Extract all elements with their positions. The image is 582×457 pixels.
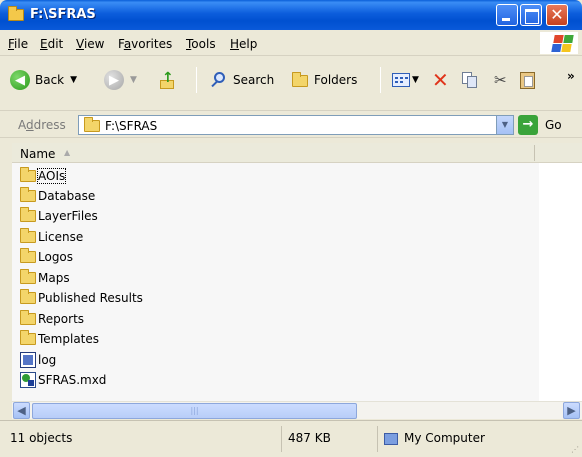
list-item-label: Templates: [38, 331, 100, 346]
folder-icon: [20, 329, 36, 345]
address-label: Address: [18, 118, 66, 132]
status-zone: My Computer: [378, 426, 568, 452]
minimize-button[interactable]: [496, 4, 518, 26]
menu-edit[interactable]: Edit: [40, 37, 63, 51]
menu-view[interactable]: View: [76, 37, 104, 51]
views-icon: [392, 73, 410, 87]
views-dropdown-icon[interactable]: ▼: [412, 75, 419, 85]
forward-button[interactable]: ▶ ▼: [104, 67, 137, 93]
copy-to-button[interactable]: [462, 67, 478, 93]
folder-icon: [20, 288, 36, 304]
address-dropdown-icon[interactable]: ▼: [496, 116, 513, 134]
menu-bar: File Edit View Favorites Tools Help: [0, 30, 582, 56]
clipboard-icon: [520, 71, 535, 89]
go-button[interactable]: Go: [545, 118, 562, 132]
scroll-left-button[interactable]: ◀: [13, 402, 30, 419]
list-item[interactable]: Published Results: [20, 288, 143, 307]
back-arrow-icon: ◀: [10, 70, 30, 90]
folders-icon: [292, 72, 308, 87]
folders-label: Folders: [314, 73, 358, 87]
column-name-label: Name: [20, 147, 56, 161]
address-input[interactable]: F:\SFRAS ▼: [78, 115, 514, 135]
menu-file[interactable]: File: [8, 37, 28, 51]
folder-icon: [8, 6, 24, 21]
forward-dropdown-icon[interactable]: ▼: [130, 75, 137, 85]
folder-icon: [20, 206, 36, 222]
title-bar[interactable]: F:\SFRAS ✕: [0, 0, 582, 30]
go-arrow-icon[interactable]: →: [518, 115, 538, 135]
toolbar: ◀ Back ▼ ▶ ▼ ↑ Search Folders ▼ ✕ ✂ »: [0, 57, 582, 111]
list-item[interactable]: License: [20, 227, 83, 246]
search-icon: [210, 71, 228, 89]
scroll-right-button[interactable]: ▶: [563, 402, 580, 419]
scissors-icon: ✂: [494, 71, 507, 89]
resize-grip-icon[interactable]: ⋰: [571, 445, 579, 454]
maximize-button[interactable]: [520, 4, 542, 26]
list-item-label: License: [38, 229, 84, 244]
copy-icon: [462, 72, 478, 88]
forward-arrow-icon: ▶: [104, 70, 124, 90]
status-size: 487 KB: [282, 426, 378, 452]
my-computer-icon: [384, 432, 398, 445]
folder-icon: [20, 227, 36, 243]
list-item[interactable]: Maps: [20, 268, 70, 287]
folder-icon: [20, 186, 36, 202]
sort-ascending-icon: ▲: [64, 148, 71, 157]
folder-icon: [20, 247, 36, 263]
column-header: Name ▲: [12, 143, 582, 163]
list-item[interactable]: Logos: [20, 247, 73, 266]
list-item-label: log: [38, 352, 57, 367]
address-bar: Address F:\SFRAS ▼ → Go: [0, 112, 582, 138]
column-name-header[interactable]: Name ▲: [20, 147, 138, 163]
up-arrow-icon: ↑: [158, 70, 176, 90]
close-button[interactable]: ✕: [546, 4, 568, 26]
list-item[interactable]: Database: [20, 186, 95, 205]
menu-help[interactable]: Help: [230, 37, 257, 51]
back-label: Back: [35, 73, 65, 87]
windows-logo-icon: [540, 32, 578, 54]
views-button[interactable]: ▼: [392, 67, 419, 93]
folders-button[interactable]: Folders: [292, 67, 357, 93]
folder-icon: [20, 309, 36, 325]
list-item[interactable]: SFRAS.mxd: [20, 370, 106, 389]
list-item-label: SFRAS.mxd: [38, 372, 107, 387]
back-button[interactable]: ◀ Back ▼: [10, 67, 77, 93]
list-item-label: AOIs: [36, 167, 67, 184]
folder-icon: [84, 117, 100, 132]
list-item[interactable]: Reports: [20, 309, 84, 328]
toolbar-overflow-icon[interactable]: »: [567, 69, 575, 83]
paste-button[interactable]: [520, 67, 535, 93]
up-folder-button[interactable]: ↑: [158, 67, 176, 93]
address-value: F:\SFRAS: [105, 119, 158, 133]
close-icon: ✕: [550, 5, 564, 24]
search-label: Search: [233, 73, 275, 87]
status-object-count: 11 objects: [4, 426, 282, 452]
window-title: F:\SFRAS: [30, 7, 96, 22]
scrollbar-thumb[interactable]: |||: [32, 403, 357, 419]
list-item-label: LayerFiles: [38, 208, 98, 223]
delete-icon: ✕: [432, 68, 449, 92]
menu-favorites[interactable]: Favorites: [118, 37, 172, 51]
menu-tools[interactable]: Tools: [186, 37, 216, 51]
mxd-file-icon: [20, 371, 36, 388]
horizontal-scrollbar[interactable]: ◀ ||| ▶: [12, 401, 582, 419]
back-dropdown-icon[interactable]: ▼: [70, 75, 77, 85]
list-item[interactable]: log: [20, 350, 56, 369]
search-button[interactable]: Search: [210, 67, 274, 93]
list-item[interactable]: LayerFiles: [20, 206, 98, 225]
folder-icon: [20, 268, 36, 284]
list-item-label: Database: [38, 188, 96, 203]
cut-button[interactable]: ✂: [494, 67, 507, 93]
list-item-label: Maps: [38, 270, 70, 285]
list-item[interactable]: Templates: [20, 329, 99, 348]
list-item[interactable]: AOIs: [20, 166, 67, 185]
folder-icon: [20, 166, 36, 182]
status-bar: 11 objects 487 KB My Computer ⋰: [0, 420, 582, 457]
list-item-label: Reports: [38, 311, 85, 326]
list-item-label: Logos: [38, 249, 74, 264]
list-item-label: Published Results: [38, 290, 143, 305]
log-file-icon: [20, 351, 36, 368]
status-zone-label: My Computer: [404, 431, 485, 445]
delete-button[interactable]: ✕: [432, 67, 449, 93]
